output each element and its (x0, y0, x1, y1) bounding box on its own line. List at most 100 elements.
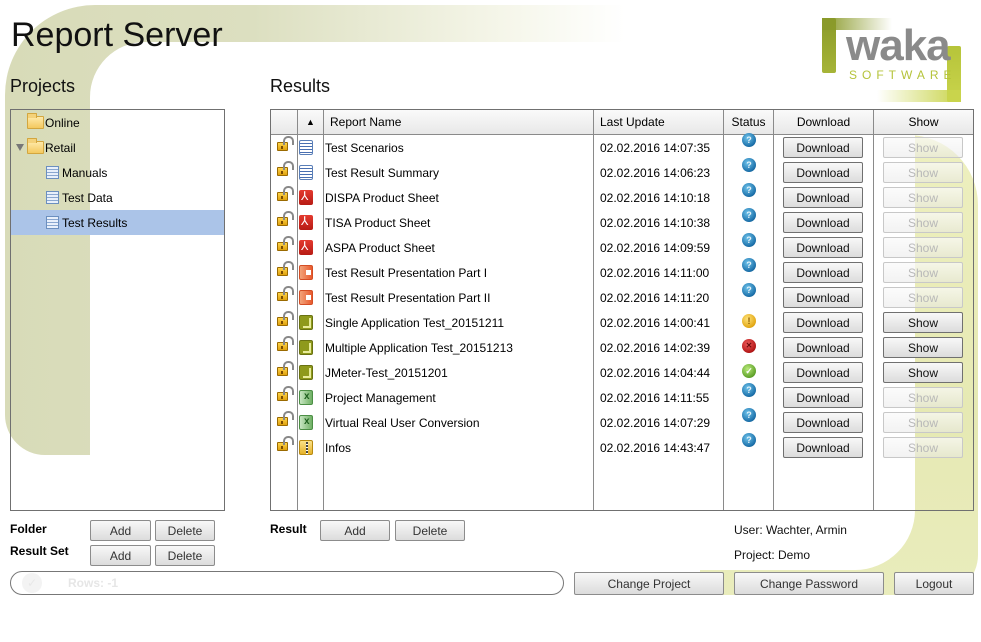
unlocked-padlock-icon[interactable] (277, 311, 294, 326)
column-header-type[interactable]: ▲ (298, 110, 324, 135)
excel-document-icon (299, 390, 313, 405)
delete-result-set-button[interactable]: Delete (155, 545, 215, 566)
show-button[interactable]: Show (883, 262, 963, 283)
unlocked-padlock-icon[interactable] (277, 336, 294, 351)
unlocked-padlock-icon[interactable] (277, 286, 294, 301)
column-header-last-update[interactable]: Last Update (594, 110, 724, 135)
table-row[interactable]: DISPA Product Sheet 02.02.2016 14:10:18 Do… (271, 183, 973, 210)
unlocked-padlock-icon[interactable] (277, 136, 294, 151)
table-row[interactable]: Test Result Presentation Part I 02.02.201… (271, 258, 973, 285)
table-row[interactable]: JMeter-Test_20151201 02.02.2016 14:04:44 D… (271, 360, 973, 385)
download-button[interactable]: Download (783, 237, 863, 258)
current-project: Project: Demo (734, 548, 811, 562)
result-label: Result (270, 522, 307, 536)
status-warning-icon (742, 313, 756, 328)
report-name: Test Scenarios (325, 140, 404, 155)
show-button[interactable]: Show (883, 337, 963, 358)
tree-item-test-data[interactable]: Test Data (11, 185, 224, 210)
column-header-download[interactable]: Download (774, 110, 874, 135)
table-row[interactable]: Virtual Real User Conversion 02.02.2016 1… (271, 408, 973, 435)
report-name: Test Result Summary (325, 165, 440, 180)
download-button[interactable]: Download (783, 262, 863, 283)
last-update: 02.02.2016 14:11:55 (600, 390, 710, 405)
unlocked-padlock-icon[interactable] (277, 261, 294, 276)
unlocked-padlock-icon[interactable] (277, 361, 294, 376)
download-button[interactable]: Download (783, 312, 863, 333)
status-ok-icon (742, 363, 756, 378)
show-button[interactable]: Show (883, 162, 963, 183)
download-button[interactable]: Download (783, 162, 863, 183)
download-button[interactable]: Download (783, 187, 863, 208)
unlocked-padlock-icon[interactable] (277, 411, 294, 426)
unlocked-padlock-icon[interactable] (277, 236, 294, 251)
download-button[interactable]: Download (783, 137, 863, 158)
download-button[interactable]: Download (783, 337, 863, 358)
show-button[interactable]: Show (883, 387, 963, 408)
show-button[interactable]: Show (883, 437, 963, 458)
show-button[interactable]: Show (883, 137, 963, 158)
download-button[interactable]: Download (783, 362, 863, 383)
unlocked-padlock-icon[interactable] (277, 161, 294, 176)
download-button[interactable]: Download (783, 287, 863, 308)
table-row[interactable]: Test Result Summary 02.02.2016 14:06:23 Do… (271, 158, 973, 185)
last-update: 02.02.2016 14:10:18 (600, 190, 711, 205)
waka-logo: waka SOFTWARE (822, 18, 962, 102)
delete-result-button[interactable]: Delete (395, 520, 465, 541)
show-button[interactable]: Show (883, 362, 963, 383)
status-error-icon (742, 338, 756, 353)
table-icon (46, 191, 59, 204)
show-button[interactable]: Show (883, 312, 963, 333)
download-button[interactable]: Download (783, 437, 863, 458)
download-button[interactable]: Download (783, 387, 863, 408)
tree-item-test-results[interactable]: Test Results (11, 210, 224, 235)
column-header-lock[interactable] (271, 110, 298, 135)
delete-folder-button[interactable]: Delete (155, 520, 215, 541)
last-update: 02.02.2016 14:11:20 (600, 290, 710, 305)
column-header-report-name[interactable]: Report Name (324, 110, 594, 135)
table-row[interactable]: Multiple Application Test_20151213 02.02.… (271, 335, 973, 360)
last-update: 02.02.2016 14:00:41 (600, 315, 711, 330)
logout-button[interactable]: Logout (894, 572, 974, 595)
folder-icon (27, 113, 44, 129)
unlocked-padlock-icon[interactable] (277, 186, 294, 201)
report-name: Single Application Test_20151211 (325, 315, 505, 330)
table-row[interactable]: Single Application Test_20151211 02.02.20… (271, 310, 973, 335)
show-button[interactable]: Show (883, 237, 963, 258)
last-update: 02.02.2016 14:06:23 (600, 165, 711, 180)
table-row[interactable]: ASPA Product Sheet 02.02.2016 14:09:59 Dow… (271, 233, 973, 260)
add-folder-button[interactable]: Add (90, 520, 151, 541)
powerpoint-document-icon (299, 265, 313, 280)
show-button[interactable]: Show (883, 412, 963, 433)
status-unknown-icon (742, 133, 756, 147)
download-button[interactable]: Download (783, 212, 863, 233)
tree-item-manuals[interactable]: Manuals (11, 160, 224, 185)
tree-item-online[interactable]: Online (11, 110, 224, 135)
project-tree[interactable]: Online Retail Manuals Test Data Test Res… (10, 109, 225, 511)
show-button[interactable]: Show (883, 287, 963, 308)
show-button[interactable]: Show (883, 187, 963, 208)
unlocked-padlock-icon[interactable] (277, 211, 294, 226)
table-row[interactable]: Test Result Presentation Part II 02.02.20… (271, 283, 973, 310)
unlocked-padlock-icon[interactable] (277, 436, 294, 451)
unlocked-padlock-icon[interactable] (277, 386, 294, 401)
table-row[interactable]: Project Management 02.02.2016 14:11:55 Dow… (271, 383, 973, 410)
status-unknown-icon (742, 258, 756, 272)
add-result-button[interactable]: Add (320, 520, 390, 541)
table-row[interactable]: TISA Product Sheet 02.02.2016 14:10:38 Dow… (271, 208, 973, 235)
change-project-button[interactable]: Change Project (574, 572, 724, 595)
download-button[interactable]: Download (783, 412, 863, 433)
check-icon: ✓ (22, 573, 42, 593)
status-unknown-icon (742, 383, 756, 397)
table-row[interactable]: Test Scenarios 02.02.2016 14:07:35 Downloa… (271, 133, 973, 160)
add-result-set-button[interactable]: Add (90, 545, 151, 566)
pdf-document-icon (299, 214, 313, 230)
column-header-status[interactable]: Status (724, 110, 774, 135)
change-password-button[interactable]: Change Password (734, 572, 884, 595)
show-button[interactable]: Show (883, 212, 963, 233)
column-header-show[interactable]: Show (874, 110, 973, 135)
tree-item-retail[interactable]: Retail (11, 135, 224, 160)
results-heading: Results (270, 76, 331, 96)
tree-item-label: Test Results (62, 215, 128, 230)
table-row[interactable]: Infos 02.02.2016 14:43:47 Download Show (271, 433, 973, 460)
expand-triangle-icon[interactable] (16, 144, 24, 151)
